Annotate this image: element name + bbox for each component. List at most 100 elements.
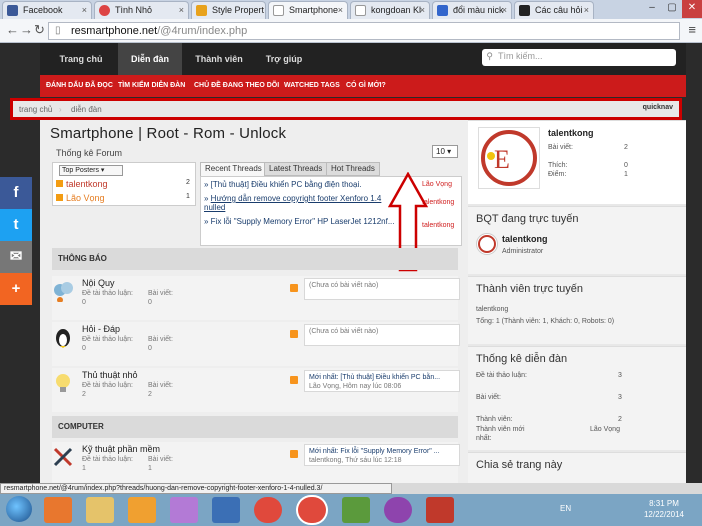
menu-icon[interactable]: ≡ [688,22,696,37]
forum-row: Kỹ thuật phần mềm Đề tài thảo luận: 1 Bài… [52,442,460,483]
forum-title[interactable]: Nội Quy [82,278,115,288]
user-card: E talentkong Bài viết: 2 Thích: 0 Điểm: … [468,120,686,204]
close-icon[interactable]: × [584,2,589,18]
per-page-select[interactable]: 10 ▾ [432,145,458,158]
close-icon[interactable]: × [338,2,343,18]
nav-home[interactable]: Trang chủ [50,43,112,75]
facebook-icon [7,5,18,16]
list-item[interactable]: Lão Vọng 1 [56,193,190,203]
username[interactable]: talentkong [548,129,594,138]
reload-icon[interactable]: ↻ [34,22,45,38]
twitter-share-button[interactable]: t [0,209,32,241]
sub-nav: ĐÁNH DẤU ĐÃ ĐỌC TÌM KIẾM DIỄN ĐÀN CHỦ ĐỀ… [40,75,686,97]
nav-help[interactable]: Trợ giúp [256,43,312,75]
site-nav: Trang chủ Diễn đàn Thành viên Trợ giúp T… [40,43,686,75]
notepad-icon[interactable] [342,497,370,523]
forward-icon[interactable]: → [20,22,33,38]
watched-threads-link[interactable]: CHỦ ĐỀ ĐANG THEO DÕI [194,75,279,97]
maximize-icon[interactable]: ▢ [662,0,682,18]
chrome-icon[interactable] [254,497,282,523]
list-item[interactable]: talentkong 2 [56,179,190,189]
watched-tags-link[interactable]: WATCHED TAGS [284,75,340,97]
browser-tab-strip: Facebook × Tình Nhỏ × Style Propert Smar… [0,0,702,20]
close-icon[interactable]: × [420,2,425,18]
staff-online-box: BQT đang trực tuyến talentkong Administr… [468,206,686,274]
whats-new-link[interactable]: CÓ GÌ MỚI? [346,75,386,97]
filezilla-icon[interactable] [426,497,454,523]
browser-tab[interactable]: Các câu hỏi × [514,1,594,19]
more-share-button[interactable]: + [0,273,32,305]
lightbulb-icon [52,372,74,394]
quicknav-button[interactable]: quicknav [643,104,673,111]
browser-tab[interactable]: kongdoan Kl × [350,1,430,19]
tools-icon [52,446,74,468]
minimize-icon[interactable]: – [642,0,662,18]
web-page: Trang chủ Diễn đàn Thành viên Trợ giúp T… [0,43,702,483]
chrome-active-icon[interactable] [298,497,326,523]
category-header[interactable]: THÔNG BÁO [52,248,458,270]
browser-tab[interactable]: đổi màu nick × [432,1,512,19]
top-posters-select[interactable]: Top Posters ▾ [59,165,123,176]
forum-row: Nội Quy Đề tài thảo luận: 0 Bài viết: 0 (C… [52,276,460,320]
page-icon [355,5,366,16]
browser-tab-active[interactable]: Smartphone × [268,1,348,20]
back-icon[interactable]: ← [6,22,19,38]
search-input[interactable]: Tìm kiếm... [482,49,676,66]
tab-latest-threads[interactable]: Latest Threads [264,162,328,176]
clock[interactable]: 8:31 PM 12/22/2014 [644,498,684,520]
rss-icon[interactable] [290,284,298,292]
last-post-box: (Chưa có bài viết nào) [304,278,460,300]
xampp-icon[interactable] [128,497,156,523]
browser-tab[interactable]: Tình Nhỏ × [94,1,189,19]
address-bar[interactable]: ▯ resmartphone.net/@4rum/index.php [48,22,680,40]
breadcrumb-home[interactable]: trang chủ [19,103,52,117]
nav-forums[interactable]: Diễn đàn [118,43,182,75]
start-button[interactable] [6,496,32,522]
close-icon[interactable]: × [82,2,87,18]
list-item[interactable]: » Hướng dẫn remove copyright footer Xenf… [204,194,454,212]
forum-stats-box: Thống kê diễn đàn Đề tài thảo luận: 3 Bà… [468,346,686,450]
app-icon[interactable] [212,497,240,523]
last-post-box: Mới nhất: [Thủ thuật] Điều khiển PC bằn.… [304,370,460,392]
firefox-icon[interactable] [44,497,72,523]
paint-icon[interactable] [170,497,198,523]
mark-read-link[interactable]: ĐÁNH DẤU ĐÃ ĐỌC [46,75,113,97]
rss-icon[interactable] [290,376,298,384]
breadcrumb-forums[interactable]: diễn đàn [71,103,102,117]
user-icon [56,194,63,201]
nav-members[interactable]: Thành viên [186,43,252,75]
facebook-share-button[interactable]: f [0,177,32,209]
browser-tab[interactable]: Style Propert [191,1,266,19]
rss-icon[interactable] [290,450,298,458]
forum-title[interactable]: Thủ thuật nhỏ [82,370,138,380]
share-bar: f t ✉ + [0,177,32,305]
forum-title[interactable]: Kỹ thuật phần mềm [82,444,160,454]
forum-title[interactable]: Hỏi - Đáp [82,324,120,334]
forum-row: Hỏi - Đáp Đề tài thảo luận: 0 Bài viết: 0 … [52,322,460,366]
window-controls: – ▢ ✕ [642,0,702,18]
tab-hot-threads[interactable]: Hot Threads [326,162,380,176]
page-info-icon[interactable]: ▯ [55,23,61,39]
penguin-icon [52,326,74,348]
breadcrumb: trang chủ › diễn đàn quicknav [10,98,682,120]
search-forums-link[interactable]: TÌM KIẾM DIỄN ĐÀN [118,75,185,97]
browser-tab[interactable]: Facebook × [2,1,92,19]
taskbar: EN 8:31 PM 12/22/2014 [0,494,702,526]
close-window-icon[interactable]: ✕ [682,0,702,18]
list-item[interactable]: » [Thủ thuật] Điều khiển PC bằng điện th… [204,180,452,189]
list-item[interactable]: » Fix lỗi "Supply Memory Error" HP Laser… [204,217,454,229]
language-indicator[interactable]: EN [560,504,571,513]
close-icon[interactable]: × [502,2,507,18]
email-share-button[interactable]: ✉ [0,241,32,273]
tab-recent-threads[interactable]: Recent Threads [200,162,267,176]
forum-row: Thủ thuật nhỏ Đề tài thảo luận: 2 Bài viế… [52,368,460,412]
members-online-box: Thành viên trực tuyến talentkong Tổng: 1… [468,276,686,344]
avatar[interactable]: E [478,127,540,189]
close-icon[interactable]: × [179,2,184,18]
rss-icon[interactable] [290,330,298,338]
app-icon[interactable] [384,497,412,523]
category-header[interactable]: COMPUTER [52,416,458,438]
folder-icon[interactable] [86,497,114,523]
chevron-down-icon: ▾ [447,147,452,156]
avatar[interactable] [476,233,498,255]
